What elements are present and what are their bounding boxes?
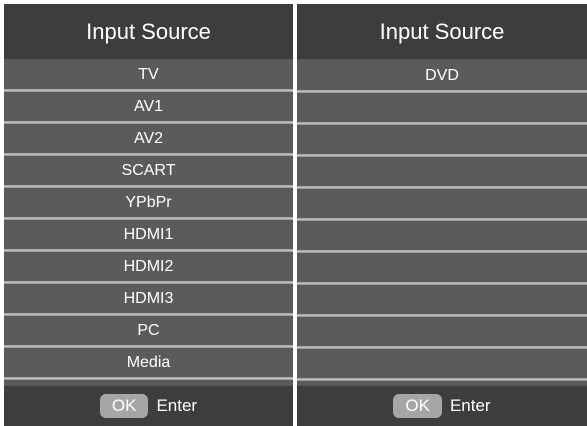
ok-button[interactable]: OK: [393, 394, 442, 418]
input-source-panel-right: Input Source DVD OK Enter: [297, 4, 587, 426]
source-item-empty: [297, 221, 587, 253]
source-item-hdmi1[interactable]: HDMI1: [4, 221, 293, 252]
panel-title: Input Source: [4, 4, 293, 59]
enter-label: Enter: [449, 396, 491, 415]
source-item-pc[interactable]: PC: [4, 317, 293, 348]
panel-title: Input Source: [297, 4, 587, 59]
source-item-empty: [297, 189, 587, 221]
source-item-empty: [297, 285, 587, 317]
source-list: TV AV1 AV2 SCART YPbPr HDMI1 HDMI2 HDMI3…: [4, 61, 293, 381]
source-item-empty: [297, 349, 587, 381]
source-item-ypbpr[interactable]: YPbPr: [4, 189, 293, 220]
panel-footer: OK Enter: [297, 386, 587, 426]
source-item-dvd[interactable]: DVD: [297, 61, 587, 93]
source-item-empty: [297, 125, 587, 157]
panel-footer: OK Enter: [4, 386, 293, 426]
source-item-hdmi3[interactable]: HDMI3: [4, 285, 293, 316]
input-source-panel-left: Input Source TV AV1 AV2 SCART YPbPr HDMI…: [4, 4, 293, 426]
source-list: DVD: [297, 61, 587, 381]
enter-label: Enter: [156, 396, 198, 415]
source-item-empty: [297, 93, 587, 125]
source-item-empty: [297, 253, 587, 285]
source-item-empty: [297, 317, 587, 349]
source-item-hdmi2[interactable]: HDMI2: [4, 253, 293, 284]
source-item-tv[interactable]: TV: [4, 61, 293, 92]
source-item-scart[interactable]: SCART: [4, 157, 293, 188]
ok-button[interactable]: OK: [99, 394, 149, 418]
source-item-av1[interactable]: AV1: [4, 93, 293, 124]
source-item-av2[interactable]: AV2: [4, 125, 293, 156]
source-item-media[interactable]: Media: [4, 349, 293, 380]
source-item-empty: [297, 157, 587, 189]
